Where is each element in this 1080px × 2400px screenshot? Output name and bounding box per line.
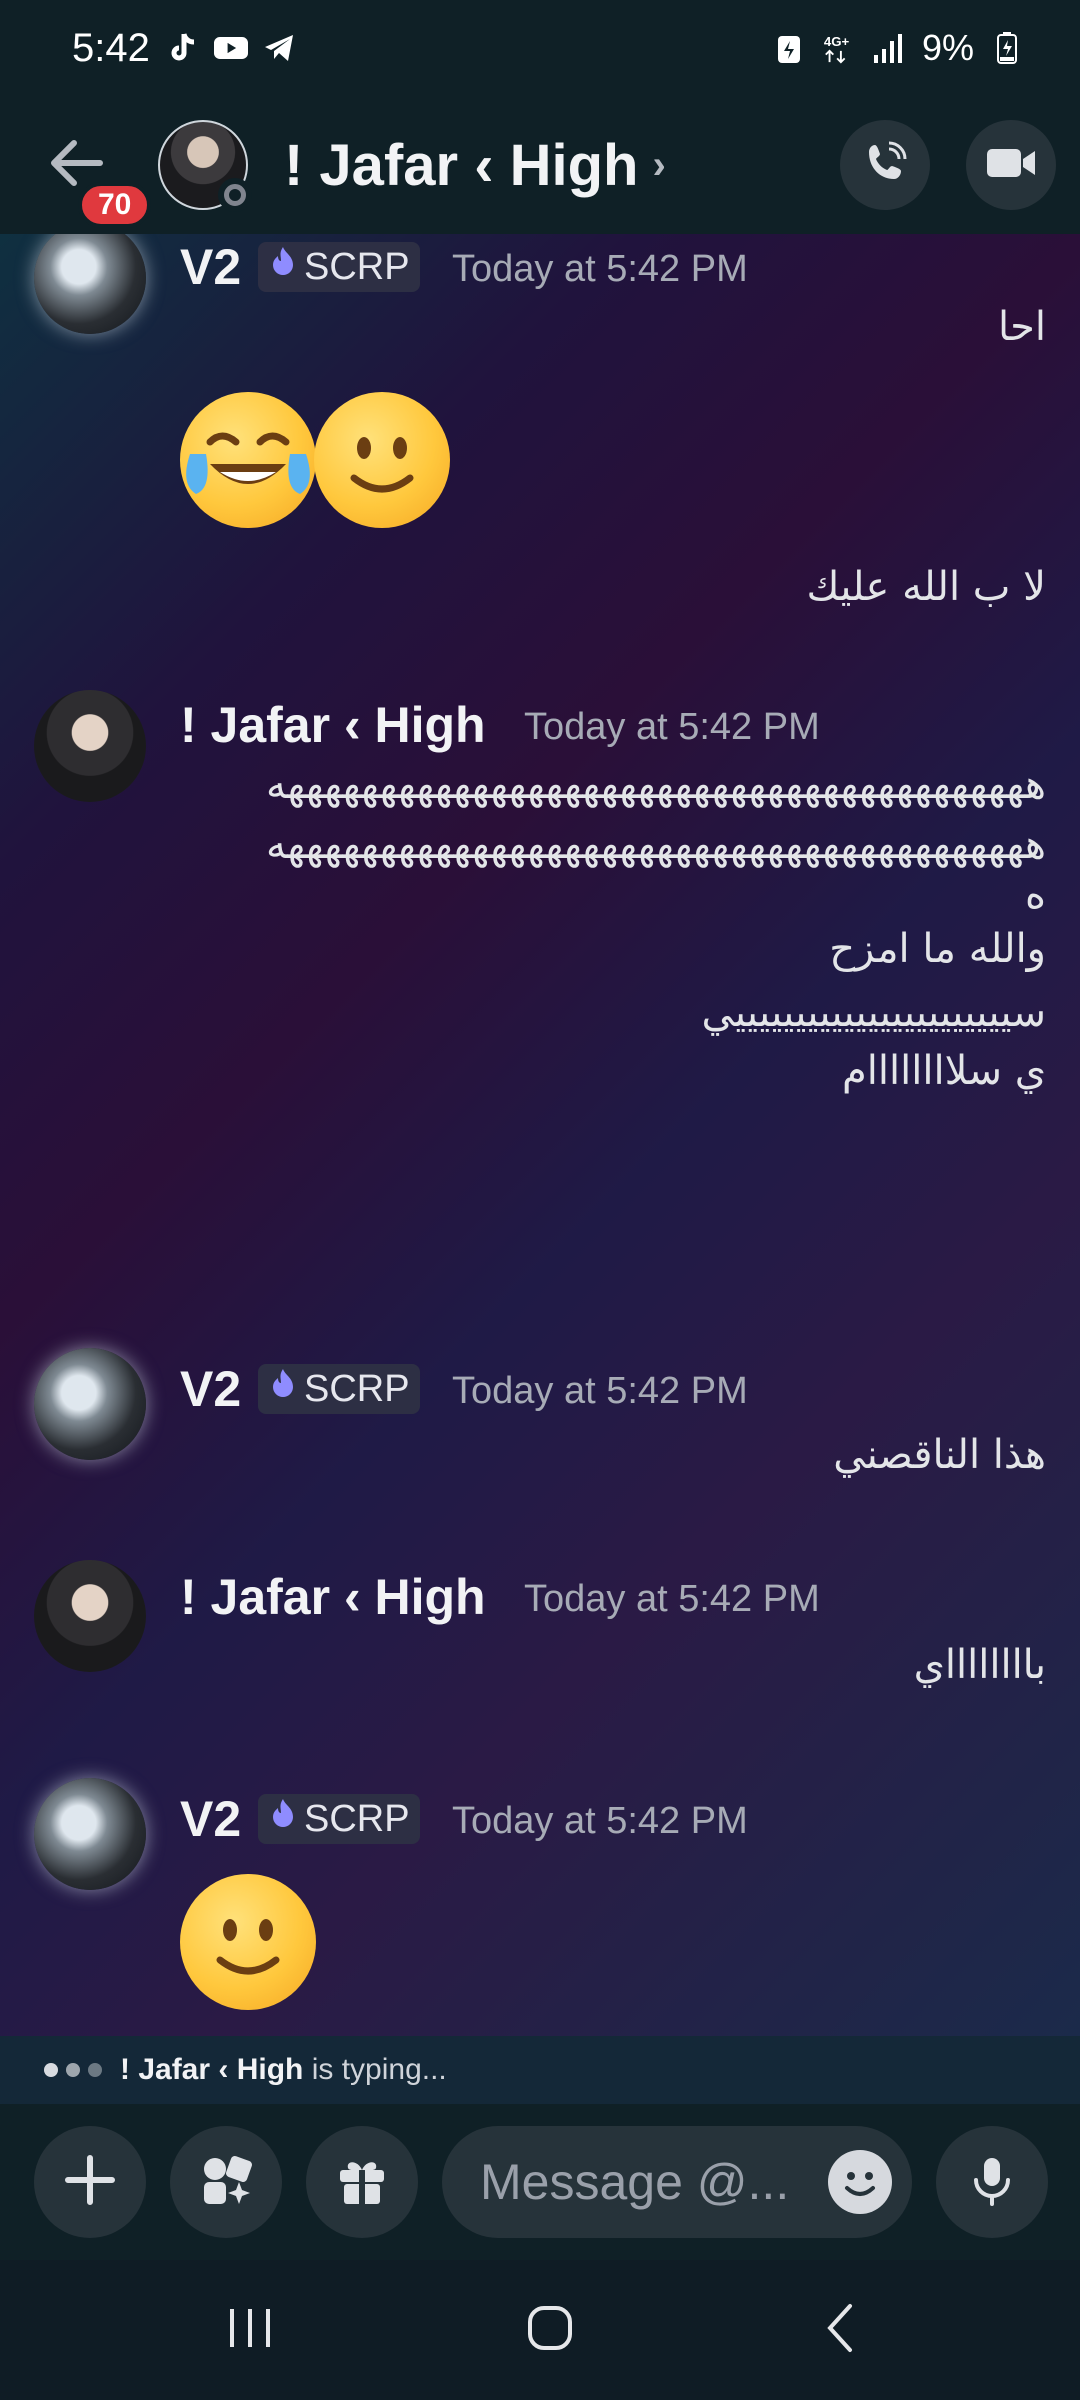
chat-header: 70 ! Jafar ‹ High › [0,96,1080,234]
tiktok-icon [166,31,200,65]
phone-call-icon [861,139,909,191]
typing-indicator: ! Jafar ‹ High is typing... [0,2036,1080,2104]
author-name[interactable]: ! Jafar ‹ High [180,696,486,754]
slightly-smiling-face-icon[interactable] [180,1874,316,2010]
apps-icon [198,2152,254,2212]
flame-icon [268,1797,298,1841]
message-text: هههههههههههههههههههههههههههههههههههههههه… [265,822,1046,868]
message-text: ه [1025,872,1046,918]
avatar[interactable] [34,234,146,334]
telegram-icon [262,31,296,65]
gift-icon [334,2152,390,2212]
guild-tag-label: SCRP [304,1367,410,1410]
avatar[interactable] [34,1778,146,1890]
author-name[interactable]: V2 [180,238,241,296]
timestamp: Today at 5:42 PM [452,248,748,290]
recents-icon[interactable] [220,2303,280,2357]
message-text: لا ب الله عليك [806,564,1047,610]
message-text: والله ما امزح [829,926,1046,972]
author-name[interactable]: V2 [180,1790,241,1848]
slightly-smiling-face-icon[interactable] [314,392,450,528]
message-list[interactable]: V2 SCRP Today at 5:42 PM احا لا ب الله ع… [0,234,1080,2036]
add-attachment-button[interactable] [34,2126,146,2238]
voice-message-button[interactable] [936,2126,1048,2238]
flame-icon [268,1367,298,1411]
apps-button[interactable] [170,2126,282,2238]
video-call-button[interactable] [966,120,1056,210]
message-text: احا [997,304,1046,350]
message-text: سيييييييييييييييييييييييي [701,990,1046,1036]
guild-tag-label: SCRP [304,1797,410,1840]
face-with-tears-of-joy-icon[interactable] [180,392,316,528]
guild-tag[interactable]: SCRP [258,1794,420,1844]
message-text: هههههههههههههههههههههههههههههههههههههههه… [265,762,1046,808]
chevron-right-icon: › [652,142,666,187]
guild-tag[interactable]: SCRP [258,242,420,292]
video-call-icon [985,143,1037,187]
microphone-icon [964,2152,1020,2212]
back-button[interactable]: 70 [48,120,152,228]
gift-button[interactable] [306,2126,418,2238]
back-icon[interactable] [820,2298,860,2362]
avatar[interactable] [34,1560,146,1672]
emoji-picker-button[interactable] [828,2150,892,2214]
guild-tag-label: SCRP [304,245,410,288]
channel-title-text: ! Jafar ‹ High [284,132,639,198]
avatar[interactable] [34,690,146,802]
message-text: هذا الناقصني [833,1432,1046,1478]
message-input-wrapper[interactable] [442,2126,912,2238]
flame-icon [268,245,298,289]
unread-badge: 70 [78,182,152,228]
typing-suffix: is typing... [311,2053,447,2086]
system-nav-bar [0,2260,1080,2400]
message-text: ي سلاااااااام [842,1048,1046,1094]
timestamp: Today at 5:42 PM [452,1370,748,1412]
network-4g-icon: 4G+ [822,31,856,65]
smile-icon [845,2172,875,2196]
home-icon[interactable] [520,2298,580,2362]
typing-user: ! Jafar ‹ High [120,2053,304,2086]
battery-saver-icon [772,31,806,65]
battery-percent: 9% [921,27,974,68]
author-name[interactable]: ! Jafar ‹ High [180,1568,486,1626]
message-input[interactable] [480,2153,820,2211]
status-bar: 5:42 4G+ 9% [0,0,1080,96]
plus-icon [62,2152,118,2212]
header-avatar[interactable] [158,120,252,212]
message-composer [0,2104,1080,2260]
timestamp: Today at 5:42 PM [524,706,820,748]
guild-tag[interactable]: SCRP [258,1364,420,1414]
message-text: بااااااااي [913,1642,1046,1688]
timestamp: Today at 5:42 PM [452,1800,748,1842]
voice-call-button[interactable] [840,120,930,210]
avatar[interactable] [34,1348,146,1460]
signal-icon [872,31,906,65]
youtube-icon [213,31,248,65]
svg-text:4G+: 4G+ [824,34,850,49]
battery-icon [990,31,1024,65]
status-time: 5:42 [72,25,150,70]
timestamp: Today at 5:42 PM [524,1578,820,1620]
channel-title[interactable]: ! Jafar ‹ High › [284,132,666,199]
offline-status-icon [218,178,252,212]
typing-dots-icon [44,2063,102,2077]
author-name[interactable]: V2 [180,1360,241,1418]
